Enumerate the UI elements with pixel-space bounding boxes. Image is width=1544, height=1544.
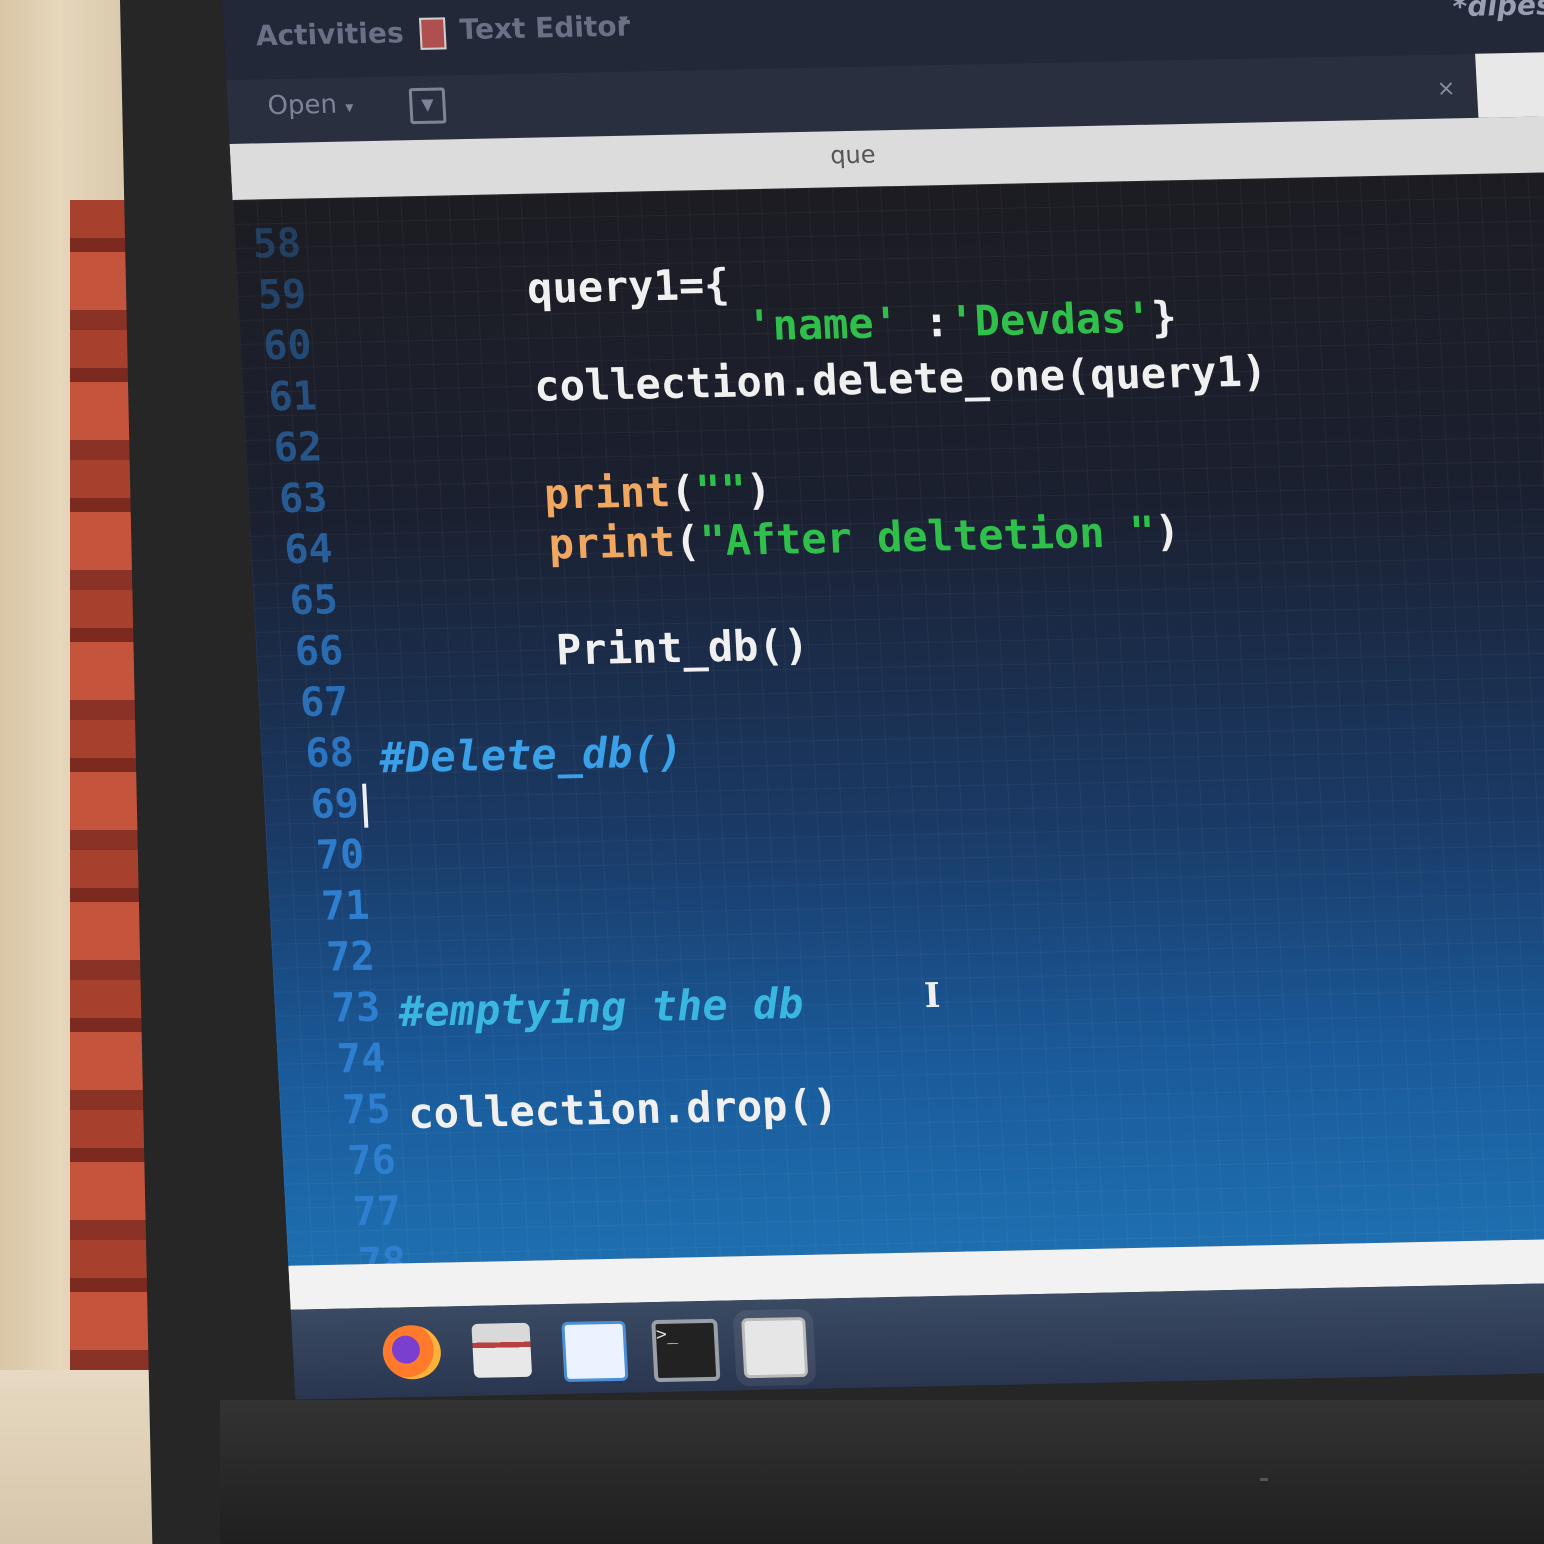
line-number: 64	[283, 526, 334, 574]
line-number: 72	[325, 933, 376, 981]
line-number: 61	[267, 373, 318, 421]
save-icon[interactable]: ▼	[408, 87, 447, 125]
monitor-screen: Activities Text Editor ▾ *dipesl Open ▾ …	[222, 0, 1544, 1400]
paren-open: (	[673, 516, 702, 566]
files-icon[interactable]	[471, 1322, 533, 1378]
terminal-icon[interactable]: >_	[651, 1318, 721, 1383]
app-menu-label[interactable]: Text Editor	[459, 9, 631, 46]
paren-open: (	[668, 466, 697, 517]
text-editor-app-icon	[418, 17, 447, 50]
code-line-66: Print_db()	[554, 620, 811, 675]
code-line-59: query1={	[525, 259, 731, 313]
line-number: 65	[288, 577, 340, 625]
text-editor-icon[interactable]	[732, 1308, 817, 1387]
line-number: 77	[351, 1188, 403, 1236]
line-number: 71	[320, 882, 371, 930]
open-button[interactable]: Open ▾	[267, 89, 354, 121]
tab-que[interactable]: que	[830, 140, 877, 169]
activities-button[interactable]: Activities	[255, 16, 404, 52]
paren-close: )	[744, 464, 773, 515]
firefox-icon[interactable]	[381, 1324, 443, 1380]
code-line-73: #emptying the db	[397, 978, 805, 1037]
open-button-label: Open	[266, 89, 338, 122]
line-number: 70	[314, 831, 366, 879]
window-panel-edge	[1475, 51, 1544, 118]
line-number: 62	[272, 424, 324, 472]
dict-close-brace: }	[1150, 292, 1178, 342]
code-line-60: 'name' :'Devdas'}	[746, 292, 1178, 351]
monitor-chin	[220, 1400, 1544, 1544]
chevron-down-icon[interactable]: ▾	[619, 10, 629, 31]
dict-value-string: 'Devdas'	[948, 292, 1153, 347]
print-builtin: print	[542, 467, 672, 519]
line-number: 69	[309, 779, 369, 830]
string-literal: ""	[694, 465, 748, 516]
print-builtin: print	[547, 516, 677, 569]
line-number: 66	[293, 628, 345, 676]
mouse-ibeam-cursor: I	[923, 975, 942, 1017]
string-literal: "After deltetion "	[698, 506, 1157, 566]
line-number: 60	[262, 322, 313, 370]
paren-close: )	[1153, 506, 1182, 556]
line-number: 58	[251, 220, 303, 268]
line-number: 68	[304, 729, 355, 777]
close-icon[interactable]: ×	[1436, 76, 1456, 101]
code-line-68: #Delete_db()	[378, 727, 685, 783]
line-number: 63	[277, 475, 329, 523]
line-number: 75	[341, 1086, 392, 1134]
code-editor[interactable]: 58 59 60 61 62 63 64 65 66 67 68 69 70 71 72 73 74 75 76 77…	[232, 172, 1544, 1286]
chevron-down-icon: ▾	[344, 97, 354, 117]
code-line-63: print("")	[543, 465, 773, 520]
document-viewer-icon[interactable]	[561, 1320, 629, 1383]
line-number: 74	[335, 1035, 387, 1083]
monitor-power-led	[1260, 1478, 1268, 1481]
line-number: 73	[330, 984, 382, 1032]
dict-key-string: 'name'	[745, 298, 901, 351]
line-number: 67	[299, 678, 350, 726]
user-menu-label[interactable]: *dipesl	[1452, 0, 1544, 23]
line-number: 76	[346, 1137, 397, 1185]
dict-colon: :	[897, 297, 951, 348]
code-line-75: collection.drop()	[407, 1080, 840, 1139]
line-number: 59	[256, 271, 308, 319]
